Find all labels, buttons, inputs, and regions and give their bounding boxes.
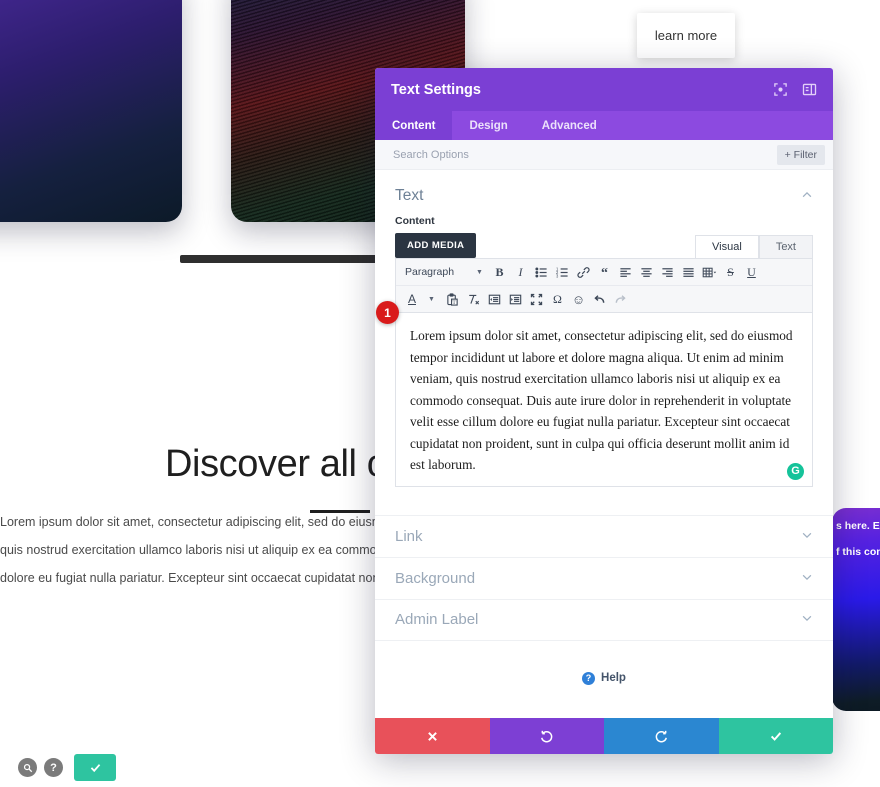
paste-as-text-icon[interactable]: T <box>442 289 463 309</box>
editor-text-area[interactable]: 1 Lorem ipsum dolor sit amet, consectetu… <box>376 301 813 487</box>
save-button[interactable] <box>718 718 833 754</box>
tab-content[interactable]: Content <box>375 111 453 140</box>
toolbar-row-2: A ▼ T Ω ☺ <box>396 285 812 312</box>
modal-title: Text Settings <box>391 81 481 98</box>
accordion-item-admin-label[interactable]: Admin Label <box>375 598 833 641</box>
chevron-down-icon[interactable] <box>801 571 813 586</box>
table-icon[interactable] <box>699 262 720 282</box>
link-icon[interactable] <box>573 262 594 282</box>
target-icon[interactable] <box>773 82 788 97</box>
tab-design[interactable]: Design <box>452 111 524 140</box>
editor-toolbar: Paragraph ▼ B I 1 2 3 “ S U A ▼ T Ω ☺ <box>395 258 813 313</box>
strikethrough-icon[interactable]: S <box>720 262 741 282</box>
layout-panel-icon[interactable] <box>802 82 817 97</box>
toolbar-row-1: Paragraph ▼ B I 1 2 3 “ S U <box>396 259 812 285</box>
emoji-icon[interactable]: ☺ <box>568 289 589 309</box>
redo-icon[interactable] <box>610 289 631 309</box>
accordion-label: Admin Label <box>395 611 479 629</box>
question-circle-icon: ? <box>582 671 596 685</box>
tab-advanced[interactable]: Advanced <box>525 111 614 140</box>
svg-text:T: T <box>452 300 456 306</box>
modal-footer <box>375 718 833 754</box>
search-input[interactable] <box>393 148 696 161</box>
tab-visual[interactable]: Visual <box>695 235 759 258</box>
hero-card-left <box>0 0 182 222</box>
page-headline: Discover all ou <box>165 443 409 485</box>
accordion-item-background[interactable]: Background <box>375 556 833 599</box>
modal-header-icons <box>773 82 817 97</box>
accordion-label: Background <box>395 569 476 587</box>
blockquote-icon[interactable]: “ <box>594 262 615 282</box>
text-section-header[interactable]: Text <box>375 170 833 205</box>
align-center-icon[interactable] <box>636 262 657 282</box>
editor-top-row: ADD MEDIA Visual Text <box>395 233 813 258</box>
learn-more-button[interactable]: learn more <box>637 13 735 58</box>
filter-button[interactable]: + Filter <box>776 144 825 165</box>
wp-editor: ADD MEDIA Visual Text Paragraph ▼ B I 1 … <box>375 233 833 487</box>
chevron-down-icon[interactable] <box>801 612 813 627</box>
content-field-label: Content <box>395 215 435 227</box>
tab-text[interactable]: Text <box>758 235 813 258</box>
numbered-list-icon[interactable]: 1 2 3 <box>552 262 573 282</box>
right-card-text-line-2: f this conten <box>836 546 880 558</box>
align-justify-icon[interactable] <box>678 262 699 282</box>
grammarly-icon[interactable]: G <box>787 462 804 480</box>
bullet-list-icon[interactable] <box>531 262 552 282</box>
hero-card-right <box>832 508 880 711</box>
search-options-row: + Filter <box>375 140 833 170</box>
cancel-button[interactable] <box>375 718 490 754</box>
paragraph-format-select[interactable]: Paragraph ▼ <box>400 262 489 282</box>
redo-button[interactable] <box>604 718 719 754</box>
modal-header: Text Settings <box>375 68 833 111</box>
settings-accordion: Link Background Admin Label <box>375 514 833 641</box>
modal-body: Text Content ADD MEDIA Visual Text Parag… <box>375 170 833 718</box>
fullscreen-icon[interactable] <box>526 289 547 309</box>
undo-icon[interactable] <box>589 289 610 309</box>
chevron-up-icon[interactable] <box>801 189 813 204</box>
paragraph-format-label: Paragraph <box>405 266 455 278</box>
question-icon[interactable]: ? <box>44 758 63 777</box>
special-character-icon[interactable]: Ω <box>547 289 568 309</box>
help-row[interactable]: ? Help <box>375 641 833 685</box>
save-page-button[interactable] <box>74 754 116 781</box>
add-media-button[interactable]: ADD MEDIA <box>395 233 477 258</box>
undo-button[interactable] <box>489 718 604 754</box>
underline-icon[interactable]: U <box>741 262 762 282</box>
accordion-label: Link <box>395 527 423 545</box>
screen-root: learn more Discover all ou Lorem ipsum d… <box>0 0 880 787</box>
clear-formatting-icon[interactable] <box>463 289 484 309</box>
right-card-text-line-1: s here. Edit o <box>836 520 880 532</box>
magnifier-icon[interactable] <box>18 758 37 777</box>
text-color-icon[interactable]: A <box>400 289 421 309</box>
text-section-title: Text <box>395 187 424 204</box>
bold-icon[interactable]: B <box>489 262 510 282</box>
text-settings-modal: Text Settings Content Design Advanced Se… <box>375 68 833 754</box>
align-right-icon[interactable] <box>657 262 678 282</box>
step-badge: 1 <box>376 301 399 324</box>
accordion-item-link[interactable]: Link <box>375 514 833 557</box>
help-label[interactable]: Help <box>601 672 626 684</box>
floating-controls: ? <box>18 754 116 781</box>
outdent-icon[interactable] <box>484 289 505 309</box>
chevron-down-icon[interactable]: ▼ <box>421 289 442 309</box>
editor-mode-tabs: Visual Text <box>695 235 813 258</box>
modal-tabs: Content Design Advanced <box>375 111 833 140</box>
chevron-down-icon[interactable] <box>801 529 813 544</box>
chevron-down-icon: ▼ <box>476 268 483 276</box>
indent-icon[interactable] <box>505 289 526 309</box>
editor-content-text: Lorem ipsum dolor sit amet, consectetur … <box>410 328 793 473</box>
align-left-icon[interactable] <box>615 262 636 282</box>
svg-text:3: 3 <box>556 273 559 278</box>
italic-icon[interactable]: I <box>510 262 531 282</box>
